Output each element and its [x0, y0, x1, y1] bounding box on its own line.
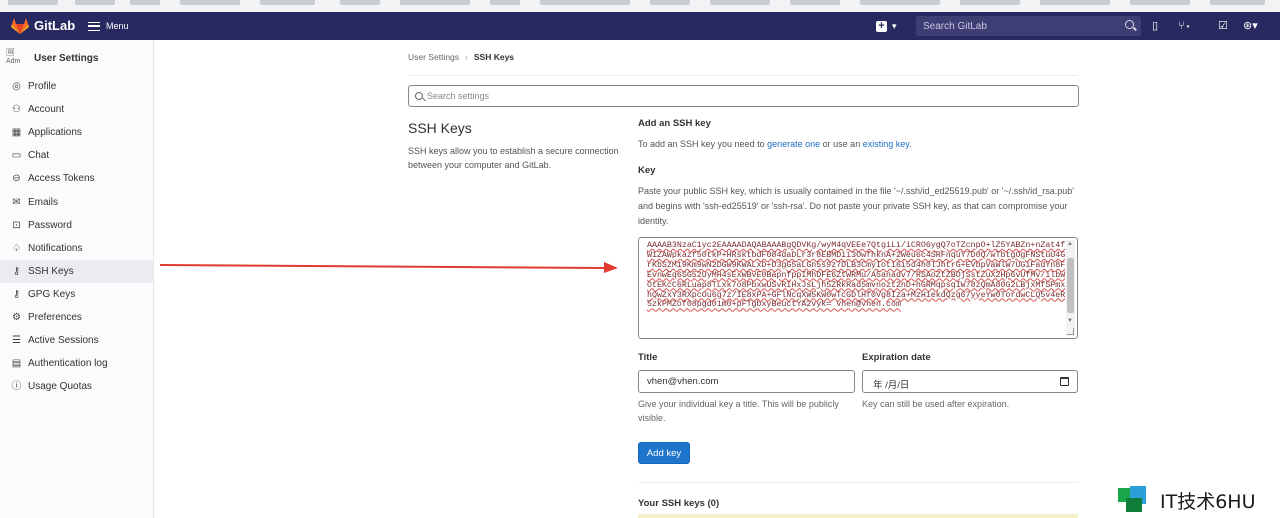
top-navbar: GitLab Menu + ▾ ▯ ⑂▾ ☑ ⊛▾	[0, 12, 1280, 40]
breadcrumb-current[interactable]: SSH Keys	[474, 52, 514, 62]
sidebar-item-profile[interactable]: ◎ Profile	[0, 75, 153, 98]
add-key-instructions: To add an SSH key you need to generate o…	[638, 139, 912, 149]
sidebar-item-ssh-keys[interactable]: ⚷ SSH Keys	[0, 259, 153, 283]
sidebar-item-account[interactable]: ⚇ Account	[0, 98, 153, 121]
menu-label: Menu	[106, 21, 129, 31]
help-icon[interactable]: ⊛▾	[1243, 20, 1258, 32]
scroll-up-icon[interactable]: ▲	[1067, 241, 1073, 247]
expiration-date-value[interactable]: 年 /月/日	[873, 377, 909, 391]
divider	[638, 482, 1078, 483]
sidebar-item-applications[interactable]: ▦ Applications	[0, 121, 153, 144]
add-key-button[interactable]: Add key	[638, 442, 690, 464]
your-ssh-keys-heading: Your SSH keys (0)	[638, 498, 720, 509]
hamburger-icon	[88, 21, 100, 31]
section-description: SSH keys allow you to establish a secure…	[408, 146, 619, 170]
sidebar-title: User Settings	[34, 52, 99, 64]
sidebar-item-gpg-keys[interactable]: ⚷ GPG Keys	[0, 283, 153, 306]
ssh-keys-list-banner	[638, 514, 1078, 518]
applications-icon: ▦	[11, 127, 22, 139]
watermark: IT技术6HU	[1118, 486, 1256, 514]
quota-icon: ⓘ	[11, 381, 22, 393]
menu-button[interactable]: Menu	[88, 17, 129, 35]
settings-sidebar: 🖼 Adm User Settings ◎ Profile ⚇ Account ▦ Ap…	[0, 40, 154, 518]
key-icon: ⚷	[12, 288, 21, 300]
settings-search-input[interactable]	[409, 86, 1078, 106]
mail-icon: ✉	[12, 196, 21, 208]
create-new-button[interactable]: + ▾	[876, 19, 906, 33]
breadcrumb: User Settings › SSH Keys	[408, 52, 514, 62]
avatar[interactable]: 🖼 Adm	[6, 48, 26, 68]
sidebar-nav: ◎ Profile ⚇ Account ▦ Applications ▭ Chat ⊖ A…	[0, 75, 153, 398]
textarea-scroll-thumb[interactable]	[1067, 258, 1074, 313]
expiration-label: Expiration date	[862, 352, 931, 363]
scroll-down-icon[interactable]: ▼	[1067, 318, 1073, 324]
bell-icon: ♤	[12, 242, 21, 254]
page-title: SSH Keys	[408, 120, 472, 136]
sidebar-item-access-tokens[interactable]: ⊖ Access Tokens	[0, 167, 153, 190]
key-icon: ⚷	[12, 265, 21, 277]
settings-search[interactable]	[408, 85, 1079, 107]
search-icon	[1125, 20, 1134, 29]
lock-icon: ⊡	[12, 219, 21, 231]
sidebar-item-active-sessions[interactable]: ☰ Active Sessions	[0, 329, 153, 352]
merge-requests-icon[interactable]: ⑂▾	[1178, 20, 1191, 32]
sidebar-item-usage-quotas[interactable]: ⓘ Usage Quotas	[0, 375, 153, 398]
sidebar-item-chat[interactable]: ▭ Chat	[0, 144, 153, 167]
global-search[interactable]	[916, 16, 1141, 37]
generate-one-link[interactable]: generate one	[767, 139, 820, 149]
token-icon: ⊖	[12, 173, 21, 185]
breadcrumb-separator-icon: ›	[465, 52, 468, 62]
chat-icon: ▭	[11, 150, 22, 162]
sidebar-item-preferences[interactable]: ⚙ Preferences	[0, 306, 153, 329]
chevron-down-icon: ▾	[892, 20, 897, 31]
preferences-icon: ⚙	[12, 311, 21, 323]
resize-handle-icon[interactable]	[1067, 328, 1074, 335]
sidebar-item-emails[interactable]: ✉ Emails	[0, 190, 153, 213]
sidebar-header[interactable]: 🖼 Adm User Settings	[6, 48, 98, 68]
expiration-help-text: Key can still be used after expiration.	[862, 399, 1010, 409]
sidebar-item-authentication-log[interactable]: ▤ Authentication log	[0, 352, 153, 375]
annotation-arrow-icon	[160, 262, 618, 273]
search-icon	[415, 92, 423, 100]
gitlab-logo-icon[interactable]	[11, 18, 29, 34]
global-search-input[interactable]	[916, 16, 1141, 37]
key-textarea-value[interactable]: AAAAB3NzaC1yc2EAAAADAQABAAABgQDVKg/wyM4q…	[647, 241, 1067, 310]
key-label: Key	[638, 165, 656, 176]
profile-icon: ◎	[12, 81, 21, 93]
existing-key-link[interactable]: existing key	[863, 139, 909, 149]
watermark-logo-icon	[1118, 486, 1158, 514]
issues-icon[interactable]: ▯	[1152, 20, 1158, 32]
sidebar-item-notifications[interactable]: ♤ Notifications	[0, 237, 153, 260]
calendar-icon[interactable]	[1060, 377, 1069, 386]
plus-icon: +	[876, 20, 887, 32]
sessions-icon: ☰	[12, 335, 21, 347]
watermark-text: IT技术6HU	[1160, 490, 1256, 513]
add-key-heading: Add an SSH key	[638, 118, 711, 129]
breadcrumb-parent[interactable]: User Settings	[408, 52, 459, 62]
brand-name[interactable]: GitLab	[34, 18, 75, 33]
divider	[408, 75, 1078, 76]
key-help-text: Paste your public SSH key, which is usua…	[638, 186, 1074, 226]
title-help-text: Give your individual key a title. This w…	[638, 399, 839, 423]
expiration-date-input[interactable]: 年 /月/日	[862, 370, 1078, 393]
key-textarea[interactable]: AAAAB3NzaC1yc2EAAAADAQABAAABgQDVKg/wyM4q…	[638, 237, 1078, 339]
title-input[interactable]	[638, 370, 855, 393]
title-label: Title	[638, 352, 658, 363]
account-icon: ⚇	[12, 104, 21, 116]
log-icon: ▤	[11, 358, 22, 370]
browser-bookmark-bar	[0, 0, 1280, 12]
sidebar-item-password[interactable]: ⊡ Password	[0, 214, 153, 237]
todos-icon[interactable]: ☑	[1218, 20, 1228, 32]
